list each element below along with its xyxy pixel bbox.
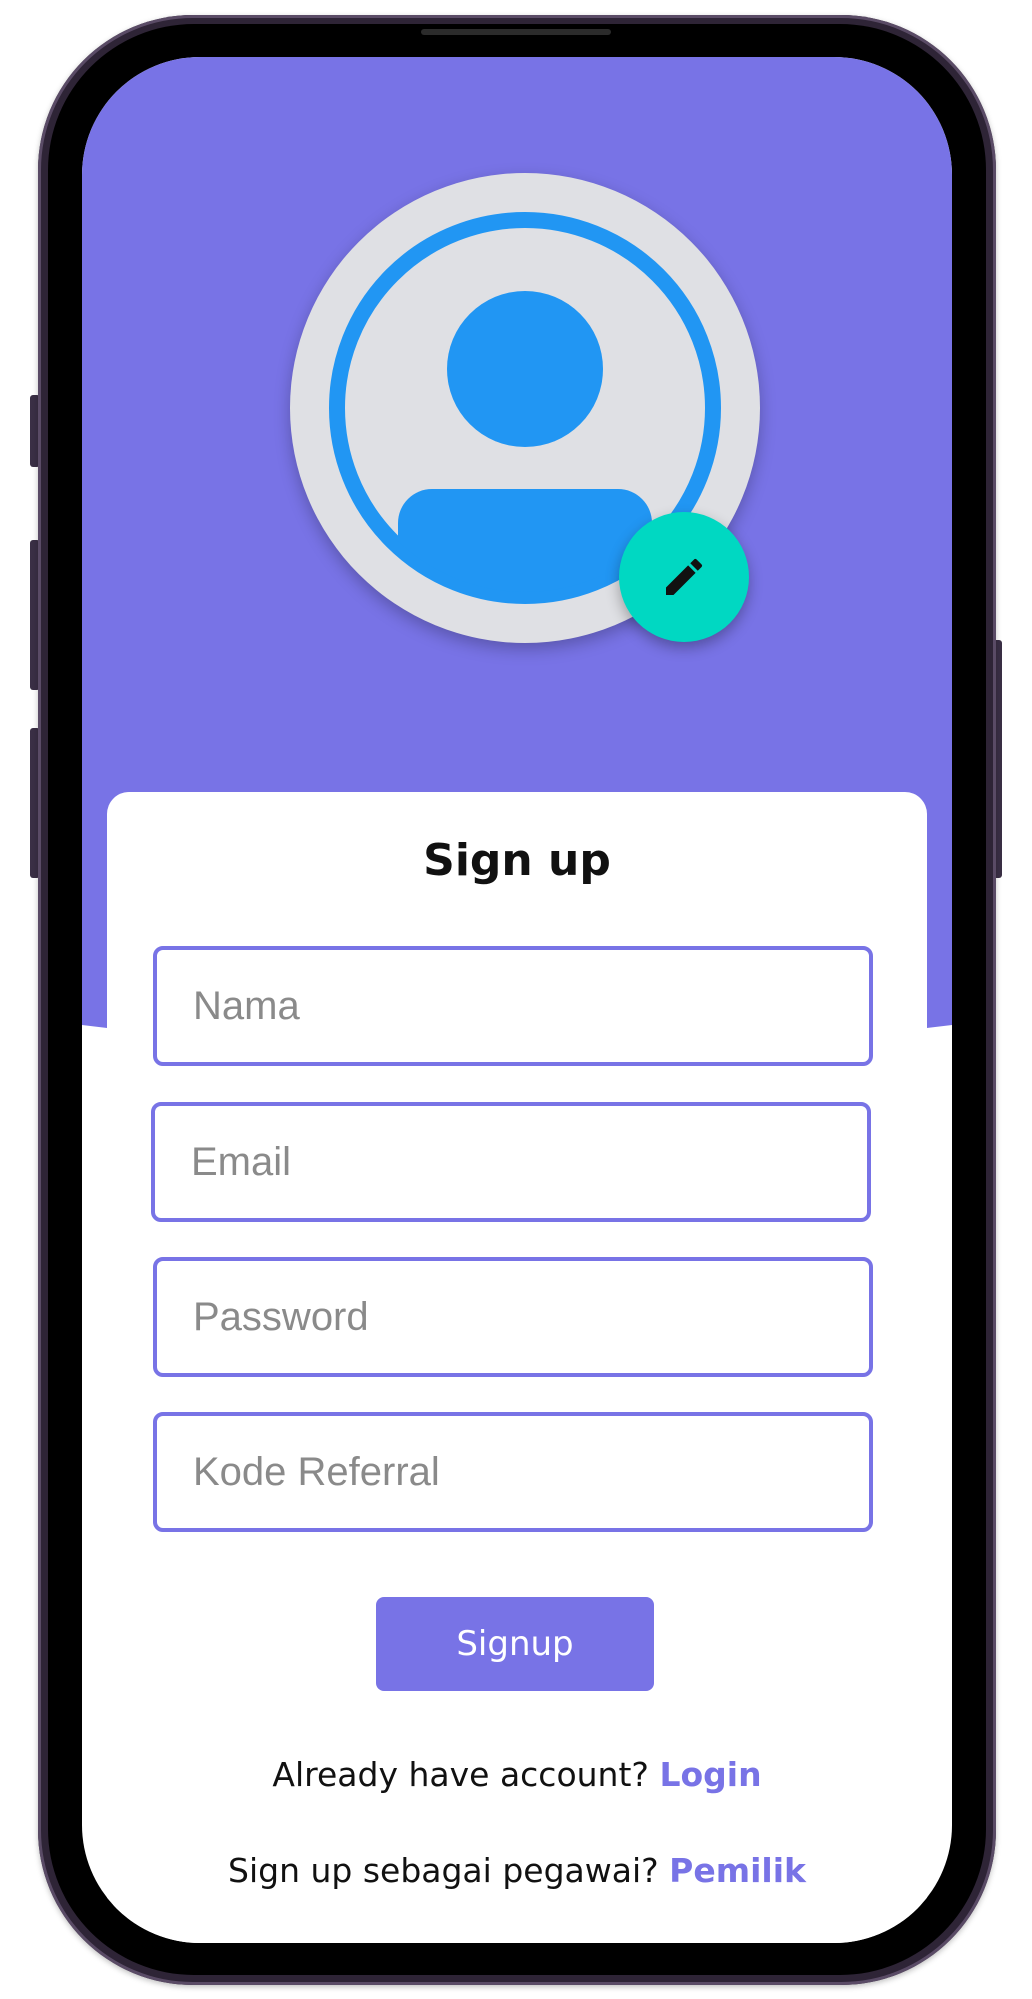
password-field[interactable]: [153, 1257, 873, 1377]
edit-avatar-button[interactable]: [619, 512, 749, 642]
owner-prompt-text: Sign up sebagai pegawai?: [228, 1851, 659, 1890]
pencil-icon: [666, 558, 703, 595]
login-prompt-text: Already have account?: [272, 1755, 649, 1794]
speaker-grille: [421, 29, 611, 35]
referral-code-field[interactable]: [153, 1412, 873, 1532]
phone-screen: Sign up Signup Already have account? Log…: [82, 57, 952, 1943]
page-title: Sign up: [423, 835, 611, 886]
login-link[interactable]: Login: [659, 1755, 761, 1794]
email-field[interactable]: [151, 1102, 871, 1222]
signup-button[interactable]: Signup: [376, 1597, 654, 1691]
nama-field[interactable]: [153, 946, 873, 1066]
owner-link[interactable]: Pemilik: [669, 1851, 806, 1890]
login-prompt-line: Already have account? Login: [82, 1755, 952, 1794]
owner-prompt-line: Sign up sebagai pegawai? Pemilik: [82, 1851, 952, 1890]
